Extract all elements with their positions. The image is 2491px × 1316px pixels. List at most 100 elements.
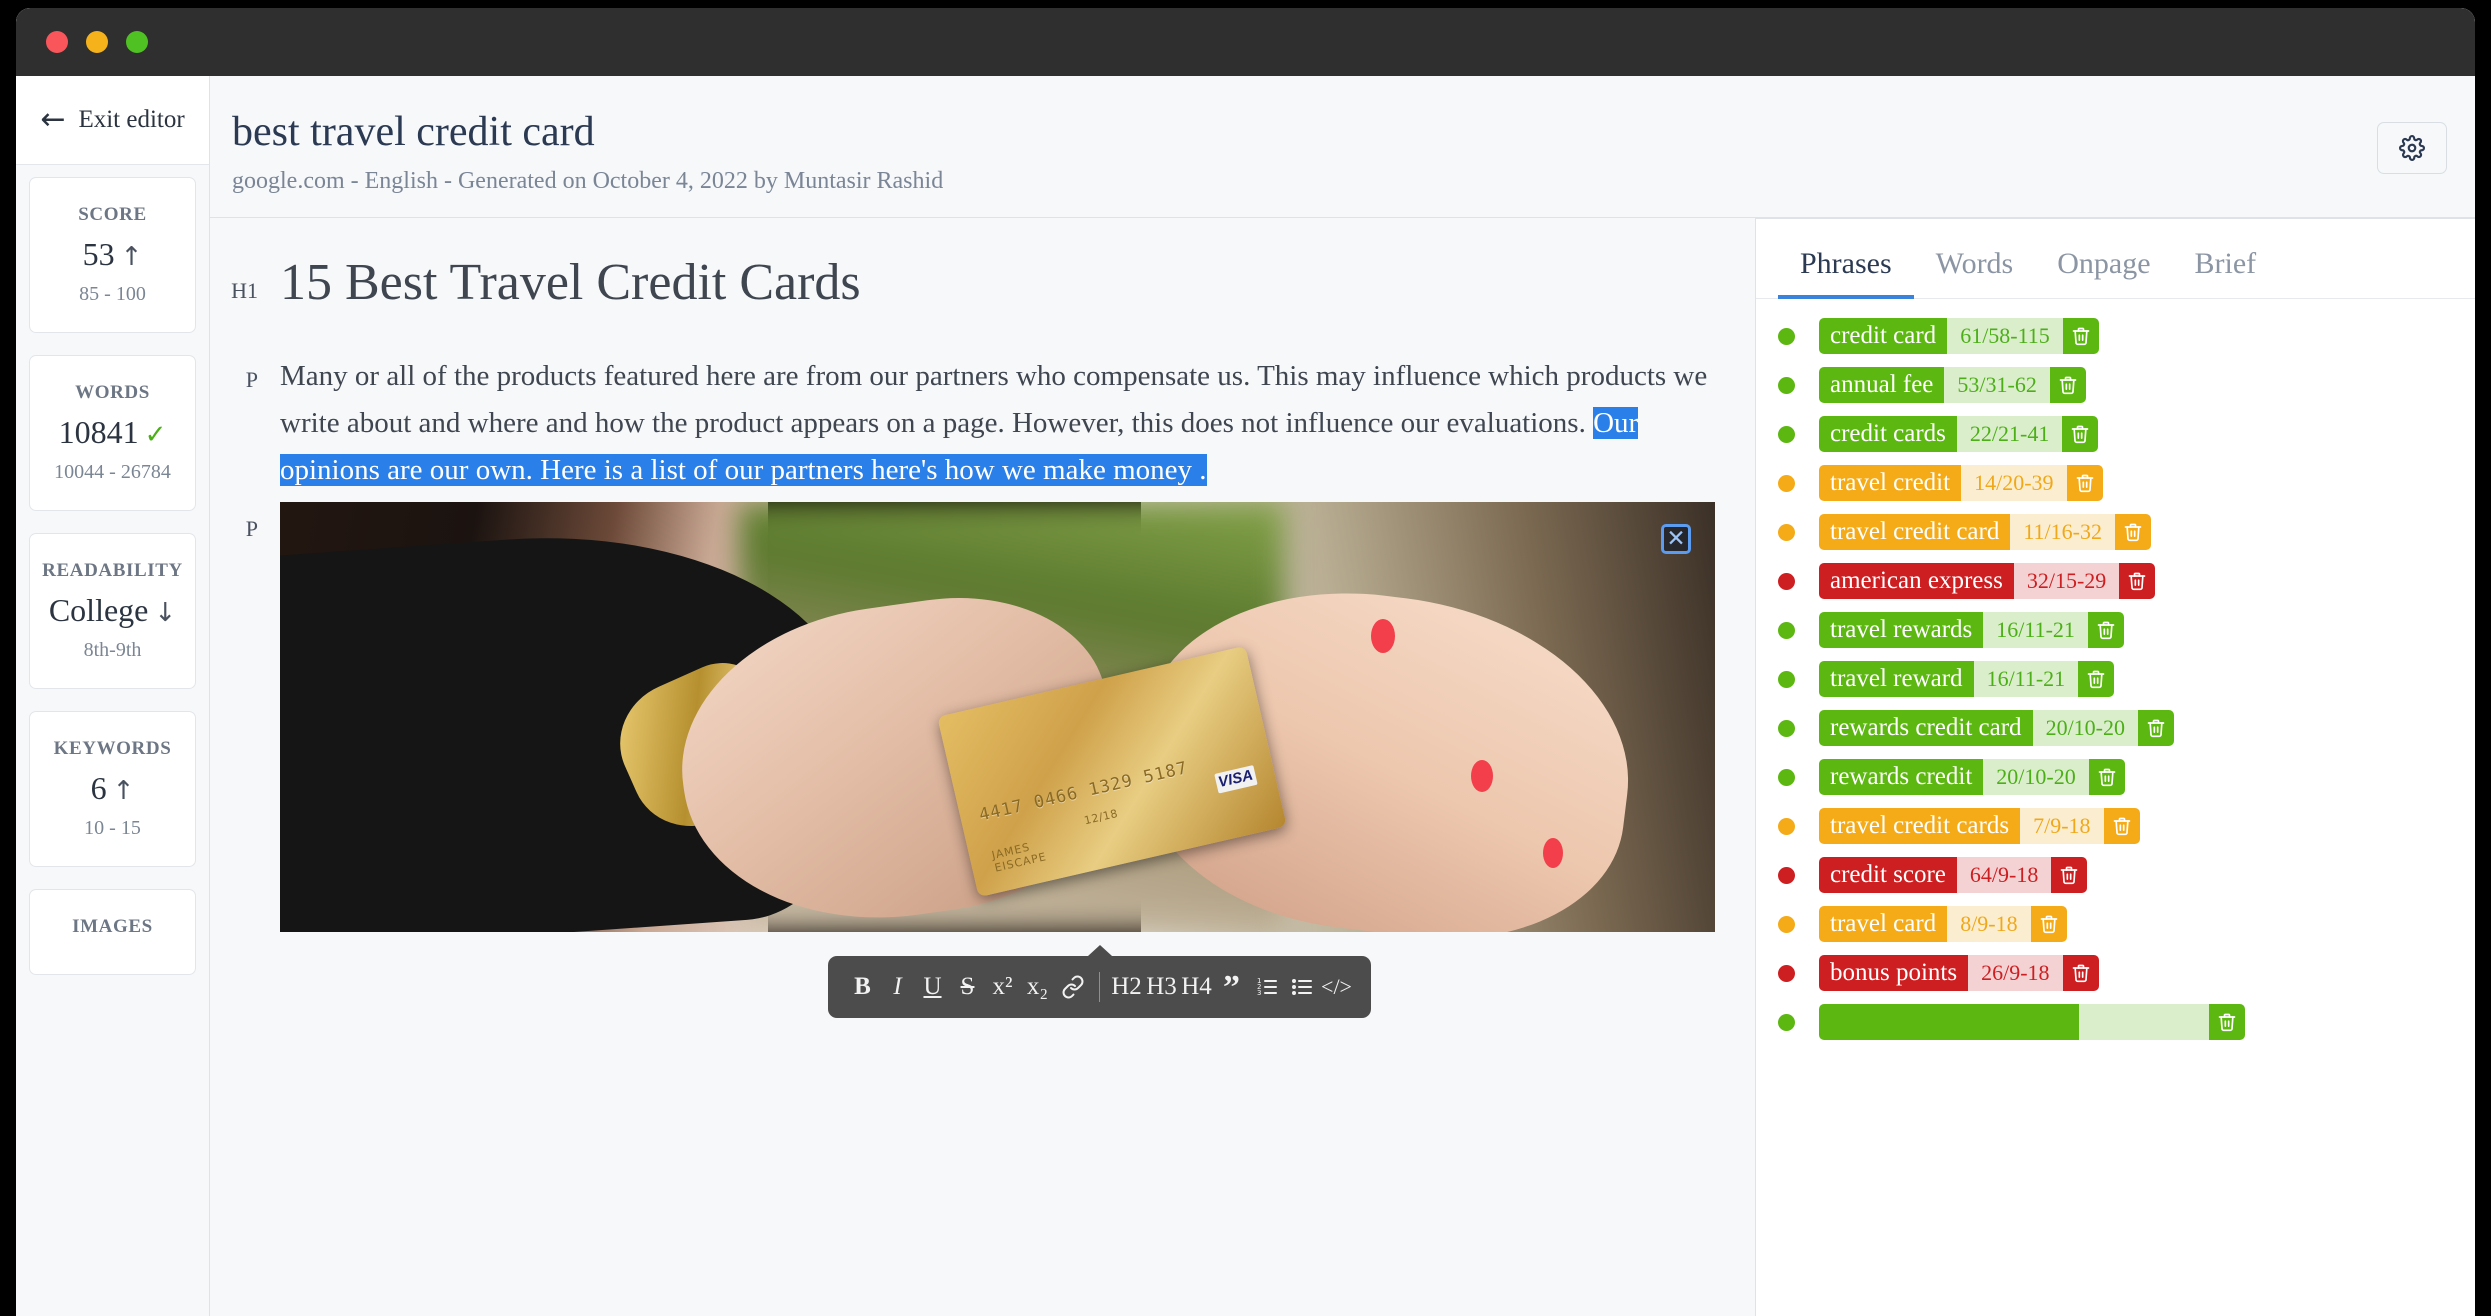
phrase-count <box>2079 1004 2209 1041</box>
stat-card-score[interactable]: SCORE 53 ↑ 85 - 100 <box>29 177 196 333</box>
phrase-count: 7/9-18 <box>2020 808 2104 845</box>
link-button[interactable] <box>1055 965 1090 1009</box>
phrase-chip[interactable]: credit cards 22/21-41 <box>1819 416 2099 453</box>
window-minimize-button[interactable] <box>86 31 108 53</box>
tab-words[interactable]: Words <box>1914 241 2036 299</box>
heading-2-button[interactable]: H2 <box>1109 965 1144 1009</box>
phrase-chip[interactable]: american express 32/15-29 <box>1819 563 2156 600</box>
phrase-term: travel credit cards <box>1819 808 2021 845</box>
phrase-count: 26/9-18 <box>1968 955 2063 992</box>
delete-phrase-button[interactable] <box>2062 955 2099 992</box>
code-block-button[interactable]: </> <box>1319 965 1354 1009</box>
delete-phrase-button[interactable] <box>2049 367 2086 404</box>
phrase-chip[interactable]: bonus points 26/9-18 <box>1819 955 2099 992</box>
phrase-chip[interactable]: travel credit 14/20-39 <box>1819 465 2103 502</box>
phrase-chip[interactable]: travel rewards 16/11-21 <box>1819 612 2124 649</box>
settings-button[interactable] <box>2377 122 2447 174</box>
inline-image[interactable]: 4417 0466 1329 5187 12/18 JAMES EISCAPE … <box>280 502 1715 933</box>
trash-icon <box>2072 964 2089 983</box>
document-h1[interactable]: 15 Best Travel Credit Cards <box>280 252 1715 314</box>
block-tag-h1: H1 <box>231 278 258 304</box>
phrase-count: 11/16-32 <box>2010 514 2115 551</box>
trash-icon <box>2072 327 2090 346</box>
ordered-list-button[interactable]: 1 2 3 <box>1249 965 1284 1009</box>
paragraph-block: P Many or all of the products featured h… <box>210 353 1755 495</box>
phrase-chip[interactable]: travel reward 16/11-21 <box>1819 661 2115 698</box>
delete-phrase-button[interactable] <box>2062 416 2099 453</box>
phrase-term: bonus points <box>1819 955 1969 992</box>
trash-icon <box>2097 621 2115 640</box>
tab-onpage[interactable]: Onpage <box>2035 241 2172 299</box>
status-dot-icon <box>1778 621 1795 639</box>
phrase-chip[interactable]: travel card 8/9-18 <box>1819 906 2067 943</box>
phrase-row: travel card 8/9-18 <box>1756 903 2475 945</box>
image-nail <box>1370 618 1395 653</box>
delete-phrase-button[interactable] <box>2119 563 2156 600</box>
delete-phrase-button[interactable] <box>2088 759 2125 796</box>
phrase-row: travel reward 16/11-21 <box>1756 658 2475 700</box>
center-column: best travel credit card google.com - Eng… <box>210 76 2475 1316</box>
document-paragraph[interactable]: Many or all of the products featured her… <box>280 353 1715 495</box>
close-icon[interactable]: ✕ <box>1661 524 1691 555</box>
delete-phrase-button[interactable] <box>2114 514 2151 551</box>
window-close-button[interactable] <box>46 31 68 53</box>
delete-phrase-button[interactable] <box>2209 1004 2245 1041</box>
status-dot-icon <box>1778 817 1795 835</box>
trash-icon <box>2059 376 2077 395</box>
delete-phrase-button[interactable] <box>2062 318 2099 355</box>
subscript-button[interactable]: x₂ <box>1020 965 1055 1009</box>
stat-title: IMAGES <box>72 916 153 937</box>
stat-value: 53 ↑ <box>36 236 189 273</box>
image-block: P 4417 0466 1329 5187 12/18 JAMES EISCAP… <box>210 502 1755 933</box>
window-maximize-button[interactable] <box>126 31 148 53</box>
tab-phrases[interactable]: Phrases <box>1778 241 1914 300</box>
heading-3-button[interactable]: H3 <box>1144 965 1179 1009</box>
strikethrough-button[interactable]: S <box>950 965 985 1009</box>
underline-button[interactable]: U <box>915 965 950 1009</box>
phrase-chip[interactable]: credit score 64/9-18 <box>1819 857 2088 894</box>
document-editor[interactable]: H1 15 Best Travel Credit Cards P Many or… <box>210 218 1755 1316</box>
phrase-row: bonus points 26/9-18 <box>1756 952 2475 994</box>
stat-card-keywords[interactable]: KEYWORDS 6 ↑ 10 - 15 <box>29 711 196 867</box>
trash-icon <box>2076 474 2093 493</box>
status-dot-icon <box>1778 327 1795 345</box>
phrase-term: credit cards <box>1819 416 1957 453</box>
stat-title: SCORE <box>78 204 147 225</box>
window-titlebar <box>16 8 2475 76</box>
delete-phrase-button[interactable] <box>2051 857 2088 894</box>
phrase-count: 32/15-29 <box>2013 563 2120 600</box>
phrase-row: travel credit 14/20-39 <box>1756 462 2475 504</box>
status-dot-icon <box>1778 523 1795 541</box>
phrase-chip[interactable]: travel credit cards 7/9-18 <box>1819 808 2140 845</box>
delete-phrase-button[interactable] <box>2078 661 2115 698</box>
italic-button[interactable]: I <box>880 965 915 1009</box>
phrase-chip[interactable]: rewards credit card 20/10-20 <box>1819 710 2175 747</box>
tab-brief[interactable]: Brief <box>2173 241 2279 299</box>
phrase-chip[interactable]: rewards credit 20/10-20 <box>1819 759 2125 796</box>
bold-button[interactable]: B <box>845 965 880 1009</box>
exit-editor-button[interactable]: ← Exit editor <box>16 76 209 165</box>
bullet-list-button[interactable] <box>1284 965 1319 1009</box>
phrase-chip[interactable] <box>1819 1004 2245 1041</box>
link-icon <box>1062 975 1083 999</box>
delete-phrase-button[interactable] <box>2087 612 2124 649</box>
delete-phrase-button[interactable] <box>2103 808 2140 845</box>
superscript-button[interactable]: x² <box>985 965 1020 1009</box>
delete-phrase-button[interactable] <box>2138 710 2175 747</box>
phrase-chip[interactable]: travel credit card 11/16-32 <box>1819 514 2151 551</box>
blockquote-button[interactable]: ” <box>1214 965 1249 1009</box>
phrase-chip[interactable]: credit card 61/58-115 <box>1819 318 2099 355</box>
trash-icon <box>2113 817 2130 836</box>
stat-card-images[interactable]: IMAGES <box>29 889 196 975</box>
delete-phrase-button[interactable] <box>2030 906 2067 943</box>
stat-card-readability[interactable]: READABILITY College ↓ 8th-9th <box>29 533 196 689</box>
phrase-chip[interactable]: annual fee 53/31-62 <box>1819 367 2086 404</box>
trash-icon <box>2147 719 2165 738</box>
format-toolbar[interactable]: B I U S x² x₂ H2 H3 H4 ” 1 2 3 </> <box>828 945 1371 1019</box>
document-header: best travel credit card google.com - Eng… <box>210 76 2475 219</box>
heading-4-button[interactable]: H4 <box>1179 965 1214 1009</box>
stat-card-words[interactable]: WORDS 10841 ✓ 10044 - 26784 <box>29 355 196 511</box>
delete-phrase-button[interactable] <box>2066 465 2103 502</box>
phrase-count: 14/20-39 <box>1961 465 2067 502</box>
stat-number: 10841 <box>58 414 139 450</box>
